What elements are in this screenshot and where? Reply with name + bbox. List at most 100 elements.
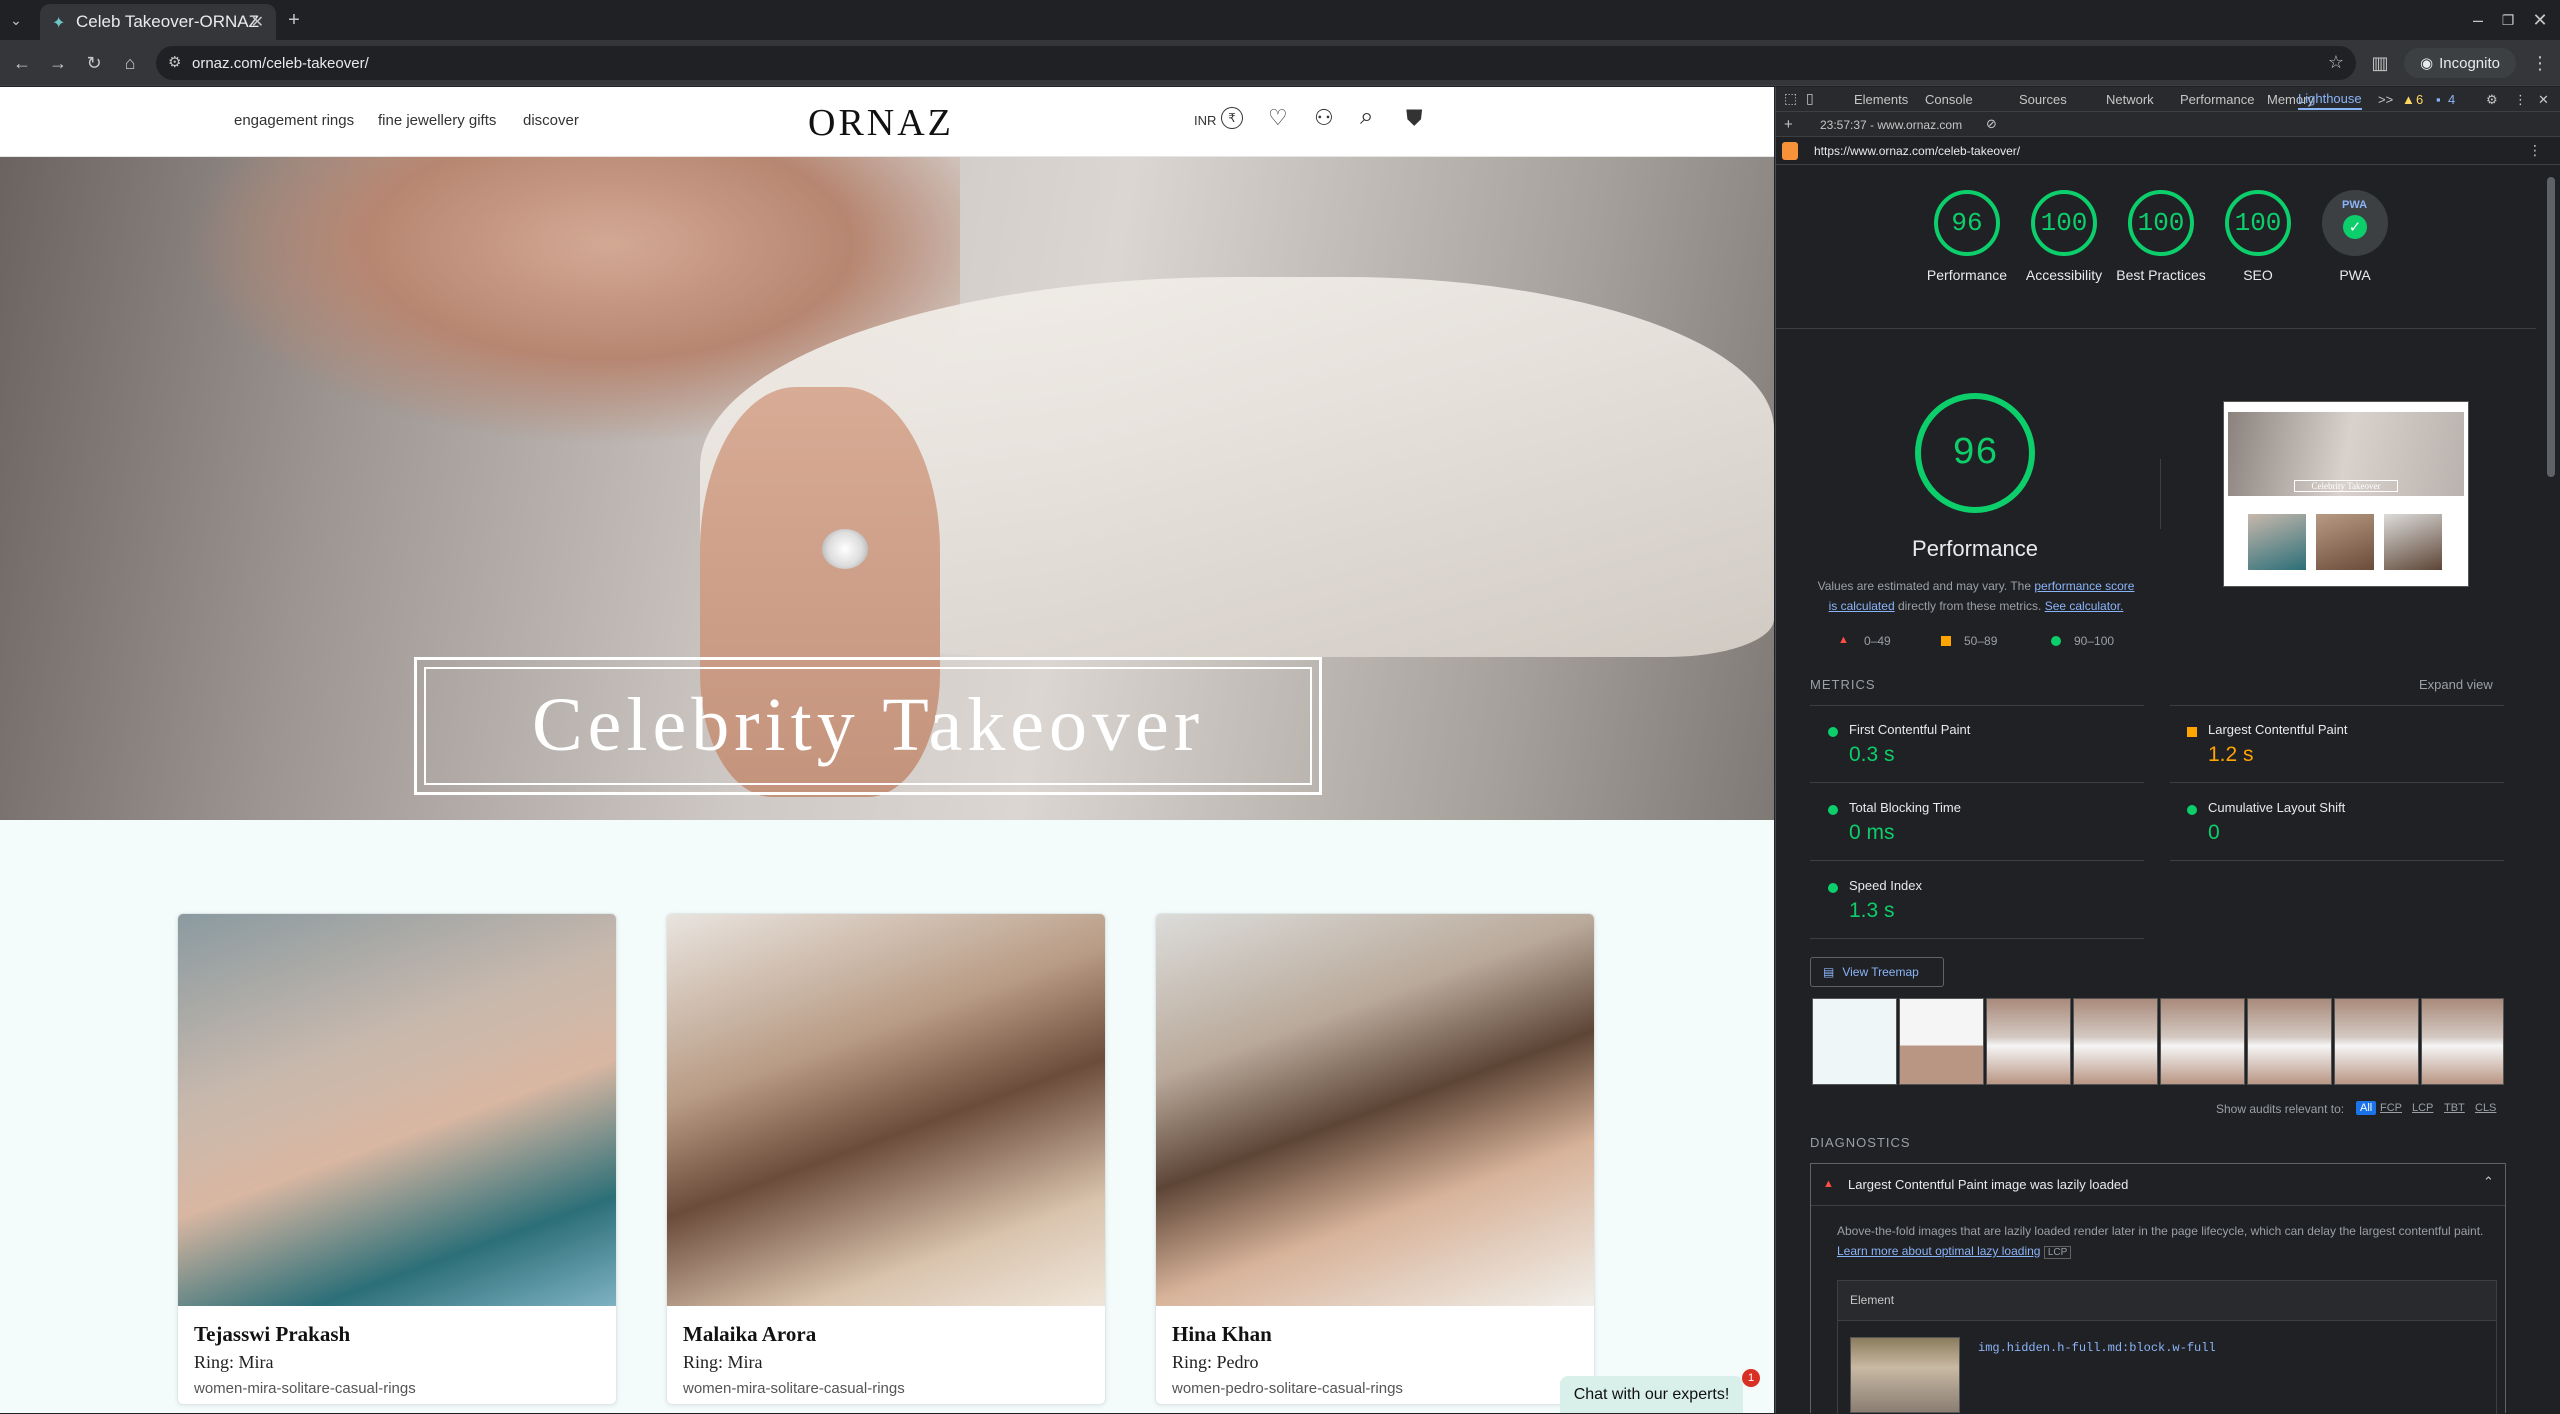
lazy-loading-link[interactable]: Learn more about optimal lazy loading — [1837, 1244, 2040, 1258]
nav-discover[interactable]: discover — [523, 112, 579, 129]
back-icon[interactable]: ← — [10, 51, 34, 75]
device-toolbar-icon[interactable]: ▯ — [1806, 90, 1814, 107]
tab-sources[interactable]: Sources — [2019, 92, 2067, 107]
minimize-icon[interactable]: – — [2466, 8, 2490, 32]
pwa-label: PWA — [2339, 267, 2371, 283]
ring-slug: women-mira-solitare-casual-rings — [683, 1380, 905, 1397]
divider — [1810, 938, 2144, 939]
fail-triangle-icon: ▲ — [1838, 634, 1849, 646]
menu-icon[interactable]: ⋮ — [2528, 51, 2552, 75]
diagnostic-header[interactable]: ▲ Largest Contentful Paint image was laz… — [1811, 1164, 2505, 1206]
incognito-badge[interactable]: ◉ Incognito — [2404, 48, 2516, 78]
celebrity-card[interactable]: Malaika Arora Ring: Mira women-mira-soli… — [666, 913, 1106, 1405]
filter-tbt[interactable]: TBT — [2444, 1102, 2465, 1114]
diamond-ring-icon — [822, 529, 868, 569]
cart-bag-icon[interactable]: ⛊ — [1406, 105, 1423, 131]
report-menu-icon[interactable]: ⋮ — [2528, 142, 2542, 159]
filter-cls[interactable]: CLS — [2475, 1102, 2496, 1114]
element-selector[interactable]: img.hidden.h-full.md:block.w-full — [1978, 1341, 2216, 1355]
home-icon[interactable]: ⌂ — [118, 51, 142, 75]
filmstrip-frame — [2334, 998, 2419, 1085]
tab-network[interactable]: Network — [2106, 92, 2154, 107]
currency-rupee-icon[interactable]: ₹ — [1221, 107, 1243, 129]
clear-report-icon[interactable]: ⊘ — [1986, 116, 1997, 132]
pwa-badge[interactable]: PWA ✓ — [2322, 190, 2388, 256]
bookmark-star-icon[interactable]: ☆ — [2328, 52, 2344, 73]
element-table-header: Element — [1838, 1281, 2496, 1321]
filmstrip-frame — [2160, 998, 2245, 1085]
accessibility-gauge[interactable]: 100 — [2031, 190, 2097, 256]
nav-engagement-rings[interactable]: engagement rings — [234, 112, 354, 129]
expand-view-toggle[interactable]: Expand view — [2419, 677, 2493, 692]
devtools-menu-icon[interactable]: ⋮ — [2514, 92, 2527, 108]
see-calculator-link[interactable]: See calculator. — [2045, 599, 2124, 613]
element-thumbnail — [1850, 1337, 1960, 1413]
settings-gear-icon[interactable]: ⚙ — [2486, 92, 2498, 108]
side-panel-icon[interactable]: ▥ — [2368, 51, 2392, 75]
chat-button[interactable]: Chat with our experts! — [1560, 1376, 1743, 1413]
collapse-chevron-icon[interactable]: ⌃ — [2483, 1174, 2494, 1190]
report-selector[interactable]: 23:57:37 - www.ornaz.com — [1820, 118, 1962, 132]
ring-slug: women-pedro-solitare-casual-rings — [1172, 1380, 1403, 1397]
forward-icon[interactable]: → — [46, 51, 70, 75]
new-report-icon[interactable]: + — [1784, 116, 1793, 133]
site-info-icon[interactable]: ⚙ — [168, 53, 181, 71]
celebrity-name: Tejasswi Prakash — [194, 1322, 351, 1346]
element-table: Element img.hidden.h-full.md:block.w-ful… — [1837, 1280, 2497, 1414]
close-window-icon[interactable]: ✕ — [2528, 8, 2552, 32]
diagnostics-title: DIAGNOSTICS — [1810, 1135, 1911, 1150]
close-tab-icon[interactable]: ✕ — [251, 12, 264, 32]
warning-count: 6 — [2416, 92, 2424, 107]
site-logo[interactable]: ORNAZ — [808, 101, 954, 145]
celebrity-card[interactable]: Hina Khan Ring: Pedro women-pedro-solita… — [1155, 913, 1595, 1405]
treemap-icon: ▤ — [1823, 965, 1835, 979]
nav-fine-jewellery-gifts[interactable]: fine jewellery gifts — [378, 112, 496, 129]
note-text-2: directly from these metrics. — [1897, 599, 2042, 613]
metric-lcp-value: 1.2 s — [2208, 743, 2254, 766]
filmstrip-frame — [1899, 998, 1984, 1085]
tab-lighthouse[interactable]: Lighthouse — [2298, 91, 2362, 110]
tab-performance[interactable]: Performance — [2180, 92, 2254, 107]
currency-label[interactable]: INR — [1194, 113, 1216, 128]
new-tab-button[interactable]: + — [282, 8, 306, 32]
devtools-scrollbar[interactable] — [2547, 177, 2555, 477]
metric-si-name: Speed Index — [1849, 878, 1923, 893]
tab-search-icon[interactable]: ⌄ — [4, 8, 28, 32]
view-treemap-button[interactable]: ▤ View Treemap — [1810, 957, 1944, 987]
tab-console[interactable]: Console — [1925, 92, 1973, 107]
diag-desc-text: Above-the-fold images that are lazily lo… — [1837, 1224, 2484, 1238]
performance-gauge[interactable]: 96 — [1934, 190, 2000, 256]
inspect-element-icon[interactable]: ⬚ — [1784, 90, 1797, 107]
more-tabs-icon[interactable]: >> — [2378, 92, 2393, 107]
divider — [2170, 860, 2504, 861]
browser-tab[interactable]: ✦ Celeb Takeover-ORNAZ ✕ — [40, 4, 276, 40]
best-practices-label: Best Practices — [2116, 267, 2206, 283]
devtools-panel: ⬚ ▯ Elements Console Sources Network Per… — [1775, 87, 2560, 1414]
metric-cls-value: 0 — [2208, 821, 2220, 844]
report-url-row: https://www.ornaz.com/celeb-takeover/ ⋮ — [1776, 137, 2560, 165]
warning-icon[interactable]: ▲ — [2402, 92, 2415, 107]
best-practices-gauge[interactable]: 100 — [2128, 190, 2194, 256]
metric-pass-icon — [1828, 883, 1838, 893]
wishlist-heart-icon[interactable]: ♡ — [1268, 105, 1288, 131]
address-bar[interactable]: ⚙ ornaz.com/celeb-takeover/ ☆ — [156, 46, 2356, 80]
filter-all[interactable]: All — [2356, 1101, 2377, 1115]
close-devtools-icon[interactable]: ✕ — [2538, 92, 2549, 108]
search-icon[interactable]: ⌕ — [1360, 103, 1373, 131]
restore-icon[interactable]: ❐ — [2496, 8, 2520, 32]
tab-elements[interactable]: Elements — [1854, 92, 1908, 107]
thumb-card — [2248, 514, 2306, 570]
metric-pass-icon — [2187, 805, 2197, 815]
filmstrip-frame — [1986, 998, 2071, 1085]
filter-fcp[interactable]: FCP — [2380, 1102, 2402, 1114]
reload-icon[interactable]: ↻ — [82, 51, 106, 75]
account-user-icon[interactable]: ⚇ — [1314, 105, 1334, 131]
pwa-badge-text: PWA — [2342, 199, 2368, 211]
final-screenshot[interactable]: Celebrity Takeover — [2223, 401, 2469, 587]
seo-gauge[interactable]: 100 — [2225, 190, 2291, 256]
legend-fail: 0–49 — [1864, 634, 1891, 648]
filter-lcp[interactable]: LCP — [2412, 1102, 2433, 1114]
celebrity-card[interactable]: Tejasswi Prakash Ring: Mira women-mira-s… — [177, 913, 617, 1405]
report-url[interactable]: https://www.ornaz.com/celeb-takeover/ — [1814, 144, 2020, 158]
message-icon[interactable]: ▪ — [2436, 92, 2441, 107]
